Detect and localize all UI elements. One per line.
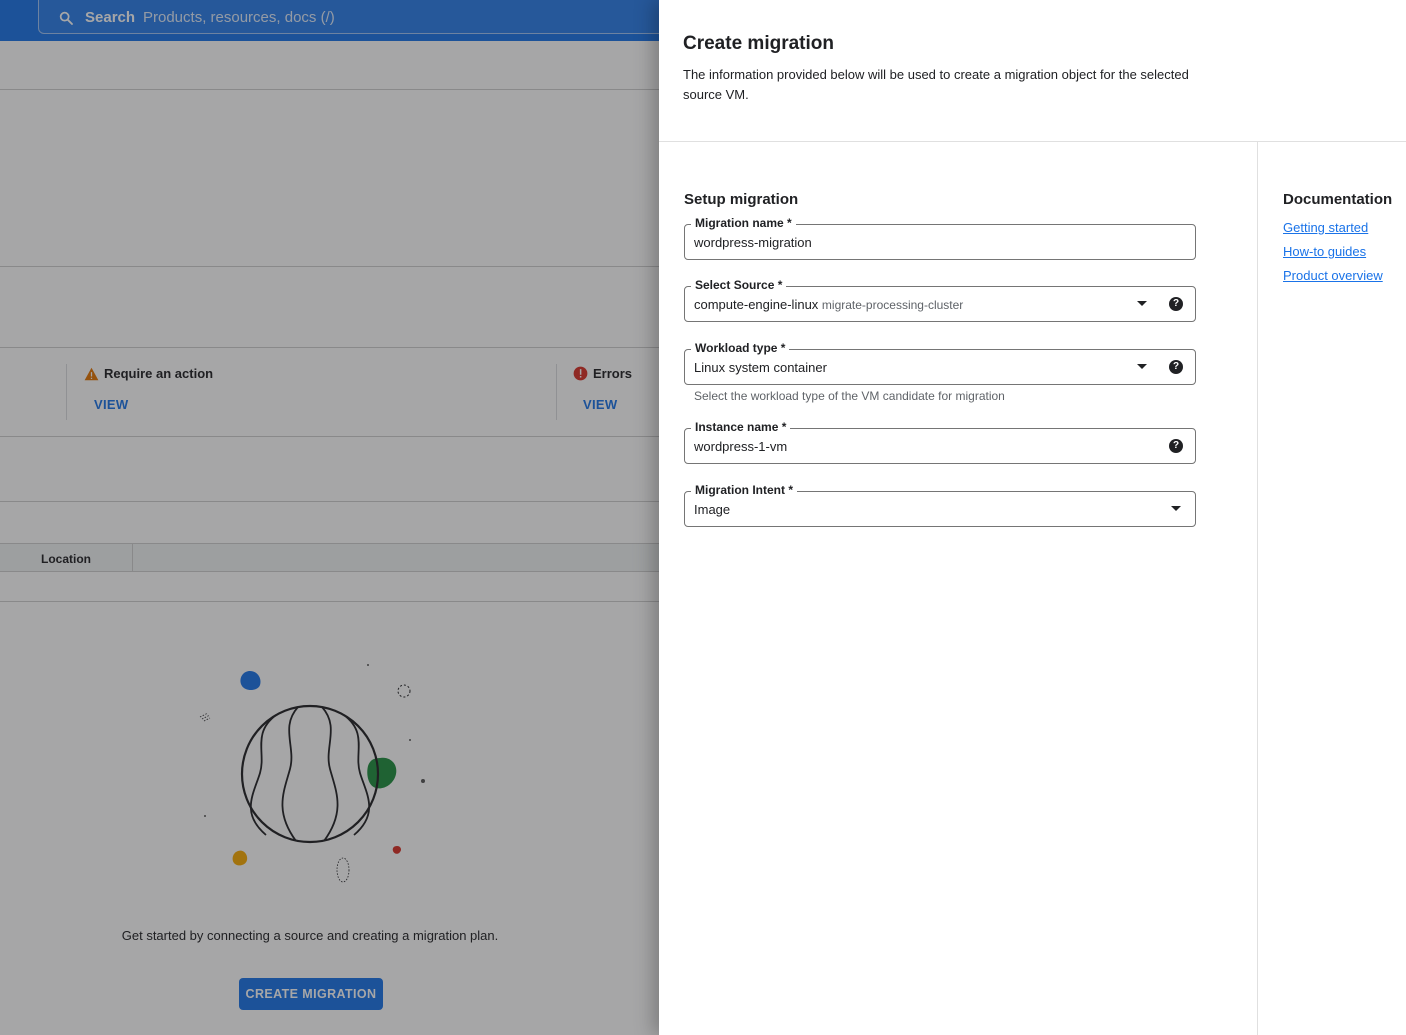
doc-link-product-overview[interactable]: Product overview — [1283, 268, 1383, 283]
migration-name-label: Migration name * — [691, 216, 796, 230]
panel-description: The information provided below will be u… — [683, 67, 1189, 102]
column-divider — [1257, 142, 1258, 1035]
chevron-down-icon[interactable] — [1171, 506, 1181, 511]
doc-link-getting-started[interactable]: Getting started — [1283, 220, 1368, 235]
migration-intent-value: Image — [694, 502, 731, 517]
divider — [659, 141, 1406, 142]
chevron-down-icon[interactable] — [1137, 301, 1147, 306]
workload-type-hint: Select the workload type of the VM candi… — [694, 389, 1005, 403]
instance-name-value[interactable]: wordpress-1-vm — [694, 439, 787, 454]
instance-name-field[interactable]: Instance name * wordpress-1-vm ? — [684, 420, 1196, 464]
chevron-down-icon[interactable] — [1137, 364, 1147, 369]
migration-name-field[interactable]: Migration name * wordpress-migration — [684, 216, 1196, 260]
workload-type-dropdown[interactable]: Workload type * Linux system container ? — [684, 341, 1196, 385]
doc-link-how-to-guides[interactable]: How-to guides — [1283, 244, 1366, 259]
select-source-value-main: compute-engine-linux — [694, 297, 819, 312]
select-source-value: compute-engine-linux migrate-processing-… — [694, 297, 963, 312]
help-icon[interactable]: ? — [1169, 297, 1183, 311]
select-source-label: Select Source * — [691, 278, 787, 292]
migration-intent-dropdown[interactable]: Migration Intent * Image — [684, 483, 1196, 527]
workload-type-value: Linux system container — [694, 360, 827, 375]
select-source-dropdown[interactable]: Select Source * compute-engine-linux mig… — [684, 278, 1196, 322]
select-source-value-sub: migrate-processing-cluster — [821, 298, 964, 312]
migration-name-value[interactable]: wordpress-migration — [694, 235, 812, 250]
create-migration-panel: Create migration The information provide… — [659, 0, 1406, 1035]
help-icon[interactable]: ? — [1169, 439, 1183, 453]
setup-migration-heading: Setup migration — [684, 191, 799, 208]
panel-title: Create migration — [683, 33, 834, 54]
workload-type-label: Workload type * — [691, 341, 790, 355]
instance-name-label: Instance name * — [691, 420, 791, 434]
help-icon[interactable]: ? — [1169, 360, 1183, 374]
documentation-heading: Documentation — [1283, 191, 1393, 208]
migration-intent-label: Migration Intent * — [691, 483, 797, 497]
modal-scrim[interactable] — [0, 0, 660, 1035]
